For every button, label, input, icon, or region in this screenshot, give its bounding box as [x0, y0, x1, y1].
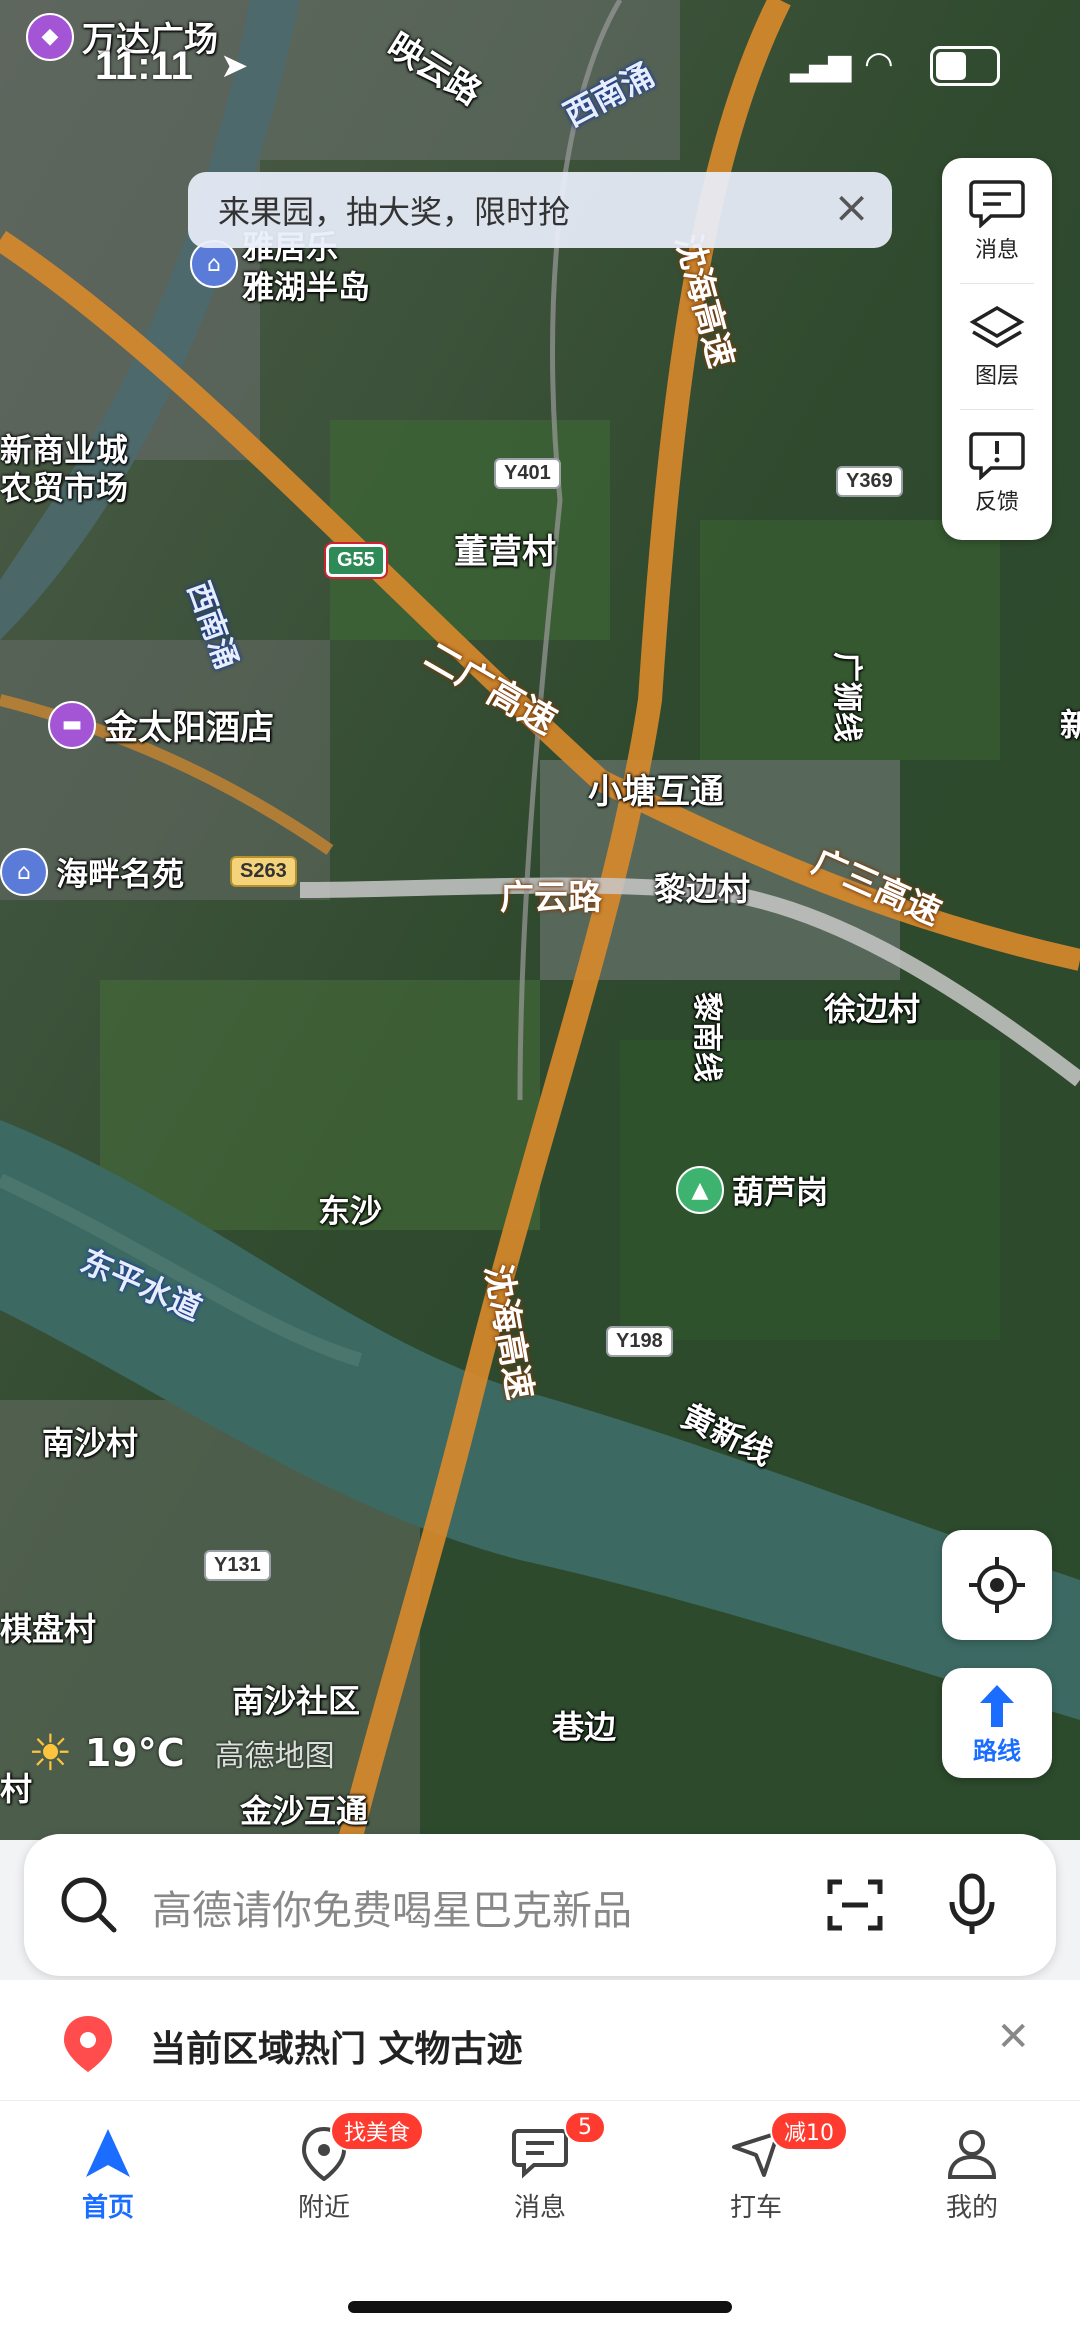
tool-messages[interactable]: 消息: [942, 158, 1052, 283]
place-label: 南沙村: [42, 1424, 139, 1462]
tab-profile[interactable]: 我的: [902, 2125, 1042, 2224]
place-label: 徐边村: [824, 990, 921, 1028]
search-icon: [61, 1877, 117, 1933]
place-label: 东沙: [318, 1192, 383, 1230]
location-pin-icon: [64, 2016, 112, 2072]
location-arrow-icon: ➤: [220, 46, 249, 86]
close-icon[interactable]: ×: [833, 186, 870, 230]
poi-label: 海畔名苑: [56, 855, 185, 893]
message-icon: [969, 179, 1025, 228]
search-bar[interactable]: 高德请你免费喝星巴克新品: [24, 1834, 1056, 1976]
road-label: 黎南线: [689, 992, 724, 1082]
residence-icon: ⌂: [0, 848, 48, 896]
banner-text: 来果园，抽大奖，限时抢: [218, 193, 571, 231]
poi-label: 葫芦岗: [732, 1173, 829, 1211]
weather-widget[interactable]: ☀ 19°C 高德地图: [28, 1728, 335, 1778]
road-label: 广狮线: [829, 652, 864, 742]
poi-label: 金太阳酒店: [104, 708, 274, 748]
road-shield: G55: [324, 542, 388, 579]
tab-label: 消息: [513, 2193, 566, 2223]
microphone-icon[interactable]: [944, 1872, 1000, 1938]
home-indicator: [348, 2301, 732, 2313]
sun-icon: ☀: [28, 1724, 73, 1782]
poi-jintaiyang[interactable]: ▬ 金太阳酒店: [48, 700, 274, 749]
map-tools: 消息 图层 反馈: [942, 158, 1052, 540]
navigation-arrow-icon: [86, 2129, 130, 2177]
route-button[interactable]: 路线: [942, 1668, 1052, 1778]
wifi-icon: ◠: [864, 44, 894, 84]
place-label: 南沙社区: [232, 1682, 361, 1720]
place-label: 农贸市场: [0, 469, 129, 507]
tool-label: 图层: [974, 363, 1019, 389]
tab-badge: 5: [564, 2111, 606, 2144]
road-shield: S263: [230, 856, 297, 887]
locate-button[interactable]: [942, 1530, 1052, 1640]
close-icon[interactable]: ✕: [996, 2014, 1030, 2060]
place-label: 雅湖半岛: [242, 268, 371, 306]
feedback-icon: [969, 431, 1025, 480]
poi-hulugang[interactable]: ▲ 葫芦岗: [676, 1166, 828, 1214]
place-label: 黎边村: [654, 870, 751, 908]
scan-icon[interactable]: [824, 1874, 886, 1936]
tool-label: 反馈: [974, 489, 1019, 515]
tab-label: 我的: [945, 2193, 998, 2223]
message-icon: [512, 2129, 568, 2179]
status-bar: 11:11 ➤ ▂▄▆ ◠: [0, 30, 1080, 90]
road-shield: Y369: [836, 466, 903, 497]
place-label: 小塘互通: [588, 772, 724, 812]
hot-area-bar[interactable]: 当前区域热门 文物古迹 ✕: [0, 1980, 1080, 2100]
temperature: 19°C: [84, 1731, 185, 1775]
tool-feedback[interactable]: 反馈: [942, 410, 1052, 535]
hot-area-text: 当前区域热门 文物古迹: [150, 2029, 523, 2070]
tab-label: 首页: [81, 2193, 134, 2223]
battery-icon: [930, 46, 1000, 86]
tool-layers[interactable]: 图层: [942, 284, 1052, 409]
place-label: 新: [1060, 706, 1080, 744]
road-shield: Y131: [204, 1550, 271, 1581]
place-label: 金沙互通: [240, 1792, 369, 1830]
search-placeholder: 高德请你免费喝星巴克新品: [152, 1888, 632, 1934]
tab-label: 打车: [729, 2193, 782, 2223]
place-label: 棋盘村: [0, 1610, 97, 1648]
tab-bar: 首页 附近 找美食 消息 5 打车 减10 我的: [0, 2100, 1080, 2338]
mountain-icon: ▲: [676, 1166, 724, 1214]
promo-banner[interactable]: 来果园，抽大奖，限时抢 ×: [188, 172, 892, 248]
route-label: 路线: [973, 1736, 1021, 1765]
crosshair-icon: [969, 1557, 1025, 1613]
place-label: 董营村: [454, 532, 556, 572]
signal-icon: ▂▄▆: [790, 48, 851, 83]
satellite-map[interactable]: ◆ 万达广场 映云路 西南涌 沈海高速 ⌂ 雅居乐 雅湖半岛 新商业城 农贸市场…: [0, 0, 1080, 1840]
tab-label: 附近: [297, 2193, 350, 2223]
brand-watermark: 高德地图: [214, 1739, 335, 1774]
poi-haipan[interactable]: ⌂ 海畔名苑: [0, 848, 184, 896]
place-label: 巷边: [552, 1708, 617, 1746]
road-shield: Y198: [606, 1326, 673, 1357]
tab-badge: 找美食: [330, 2111, 425, 2151]
hotel-icon: ▬: [48, 700, 96, 749]
layers-icon: [969, 305, 1025, 348]
road-shield: Y401: [494, 458, 561, 489]
tab-badge: 减10: [770, 2111, 848, 2151]
tool-label: 消息: [974, 237, 1019, 263]
route-arrow-icon: [980, 1684, 1014, 1727]
user-icon: [947, 2130, 997, 2179]
status-time: 11:11: [95, 44, 193, 88]
road-label: 广云路: [500, 878, 602, 918]
tab-home[interactable]: 首页: [38, 2125, 178, 2224]
